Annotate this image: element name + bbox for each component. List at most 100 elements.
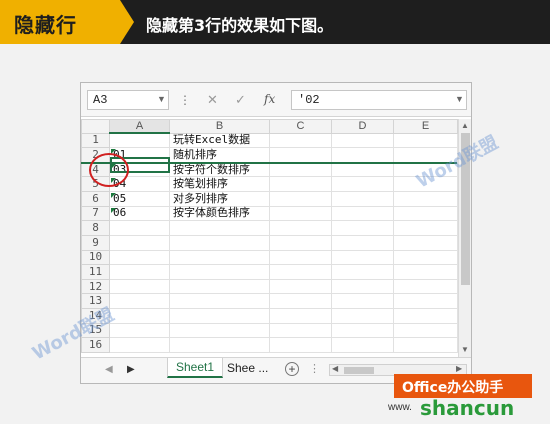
cell-d[interactable] (331, 147, 394, 163)
cancel-icon[interactable]: ✕ (207, 92, 218, 108)
cell-d[interactable] (331, 308, 394, 324)
cell-c[interactable] (269, 191, 332, 207)
cell-c[interactable] (269, 264, 332, 280)
cell-b[interactable] (169, 337, 270, 353)
row-header[interactable]: 1 (81, 132, 110, 149)
cell-d[interactable] (331, 176, 394, 192)
cell-d[interactable] (331, 278, 394, 295)
cell-a[interactable] (109, 234, 170, 251)
cell-b[interactable] (169, 234, 270, 251)
add-sheet-button[interactable]: + (285, 362, 299, 376)
cell-e[interactable] (393, 191, 458, 207)
cell-c[interactable] (269, 176, 332, 192)
cell-e[interactable] (393, 132, 458, 149)
cell-e[interactable] (393, 337, 458, 353)
cell-c[interactable] (269, 132, 332, 149)
worksheet-grid[interactable]: A B C D E 1 玩转Excel数据 2 01 随机排序 4 03 按字符个数排序 5 04… (81, 119, 458, 353)
column-header-c[interactable]: C (269, 119, 332, 134)
cell-e[interactable] (393, 278, 458, 295)
cell-d[interactable] (331, 293, 394, 309)
cell-c[interactable] (269, 205, 332, 222)
cell-b[interactable] (169, 220, 270, 236)
cell-a[interactable] (109, 308, 170, 324)
cell-d[interactable] (331, 337, 394, 353)
cell-c[interactable] (269, 161, 332, 178)
cell-a[interactable] (109, 337, 170, 353)
cell-c[interactable] (269, 147, 332, 163)
cell-d[interactable] (331, 322, 394, 339)
scroll-left-icon[interactable]: ◀ (332, 364, 338, 373)
formula-input[interactable]: '02 (291, 90, 467, 110)
cell-b[interactable] (169, 322, 270, 339)
cell-a[interactable] (109, 278, 170, 295)
next-sheet-icon[interactable]: ▶ (127, 364, 135, 375)
cell-b[interactable]: 玩转Excel数据 (169, 132, 270, 149)
cell-d[interactable] (331, 234, 394, 251)
cell-e[interactable] (393, 308, 458, 324)
cell-d[interactable] (331, 161, 394, 178)
cell-b[interactable] (169, 264, 270, 280)
cell-e[interactable] (393, 322, 458, 339)
row-header[interactable]: 9 (81, 234, 110, 251)
tab-sheet1[interactable]: Sheet1 (167, 358, 223, 378)
tab-split-grip-icon[interactable]: ⋮ (309, 362, 320, 375)
select-all-corner[interactable] (81, 119, 110, 134)
cell-c[interactable] (269, 308, 332, 324)
cell-b[interactable]: 按笔划排序 (169, 176, 270, 192)
cell-c[interactable] (269, 322, 332, 339)
cell-d[interactable] (331, 220, 394, 236)
cell-d[interactable] (331, 191, 394, 207)
cell-a[interactable] (109, 293, 170, 309)
scroll-right-icon[interactable]: ▶ (456, 364, 462, 373)
cell-a[interactable]: 06 (109, 205, 170, 222)
cell-e[interactable] (393, 205, 458, 222)
cell-c[interactable] (269, 234, 332, 251)
cell-d[interactable] (331, 264, 394, 280)
cell-e[interactable] (393, 264, 458, 280)
formula-expand-icon[interactable]: ▼ (455, 94, 464, 104)
row-header[interactable]: 8 (81, 220, 110, 236)
cell-c[interactable] (269, 337, 332, 353)
cell-b[interactable]: 对多列排序 (169, 191, 270, 207)
column-header-b[interactable]: B (169, 119, 270, 134)
cell-d[interactable] (331, 132, 394, 149)
cell-b[interactable] (169, 278, 270, 295)
row-header[interactable]: 10 (81, 249, 110, 266)
row-header[interactable]: 11 (81, 264, 110, 280)
cell-b[interactable] (169, 293, 270, 309)
cell-b[interactable]: 按字体颜色排序 (169, 205, 270, 222)
cell-a[interactable]: 05 (109, 191, 170, 207)
cell-b[interactable]: 按字符个数排序 (169, 161, 270, 178)
cell-e[interactable] (393, 234, 458, 251)
cell-c[interactable] (269, 293, 332, 309)
prev-sheet-icon[interactable]: ◀ (105, 364, 113, 375)
row-header[interactable]: 12 (81, 278, 110, 295)
cell-c[interactable] (269, 220, 332, 236)
column-header-d[interactable]: D (331, 119, 394, 134)
insert-function-icon[interactable]: fx (264, 92, 275, 106)
cell-a[interactable] (109, 132, 170, 149)
cell-b[interactable] (169, 249, 270, 266)
cell-c[interactable] (269, 249, 332, 266)
cell-b[interactable]: 随机排序 (169, 147, 270, 163)
confirm-icon[interactable]: ✓ (235, 92, 246, 108)
cell-a[interactable] (109, 264, 170, 280)
cell-e[interactable] (393, 220, 458, 236)
cell-d[interactable] (331, 205, 394, 222)
cell-a[interactable] (109, 249, 170, 266)
cell-d[interactable] (331, 249, 394, 266)
scroll-up-icon[interactable]: ▲ (461, 121, 469, 130)
column-header-a[interactable]: A (109, 119, 170, 134)
cell-e[interactable] (393, 293, 458, 309)
cell-a[interactable] (109, 220, 170, 236)
cell-c[interactable] (269, 278, 332, 295)
row-header[interactable]: 7 (81, 205, 110, 222)
cell-e[interactable] (393, 249, 458, 266)
column-header-e[interactable]: E (393, 119, 458, 134)
name-box-dropdown-icon[interactable]: ▼ (157, 94, 166, 104)
row-header[interactable]: 6 (81, 191, 110, 207)
horizontal-scroll-thumb[interactable] (344, 367, 374, 374)
tab-sheet2[interactable]: Shee ... (227, 361, 268, 375)
cell-a[interactable] (109, 322, 170, 339)
scroll-down-icon[interactable]: ▼ (461, 345, 469, 354)
